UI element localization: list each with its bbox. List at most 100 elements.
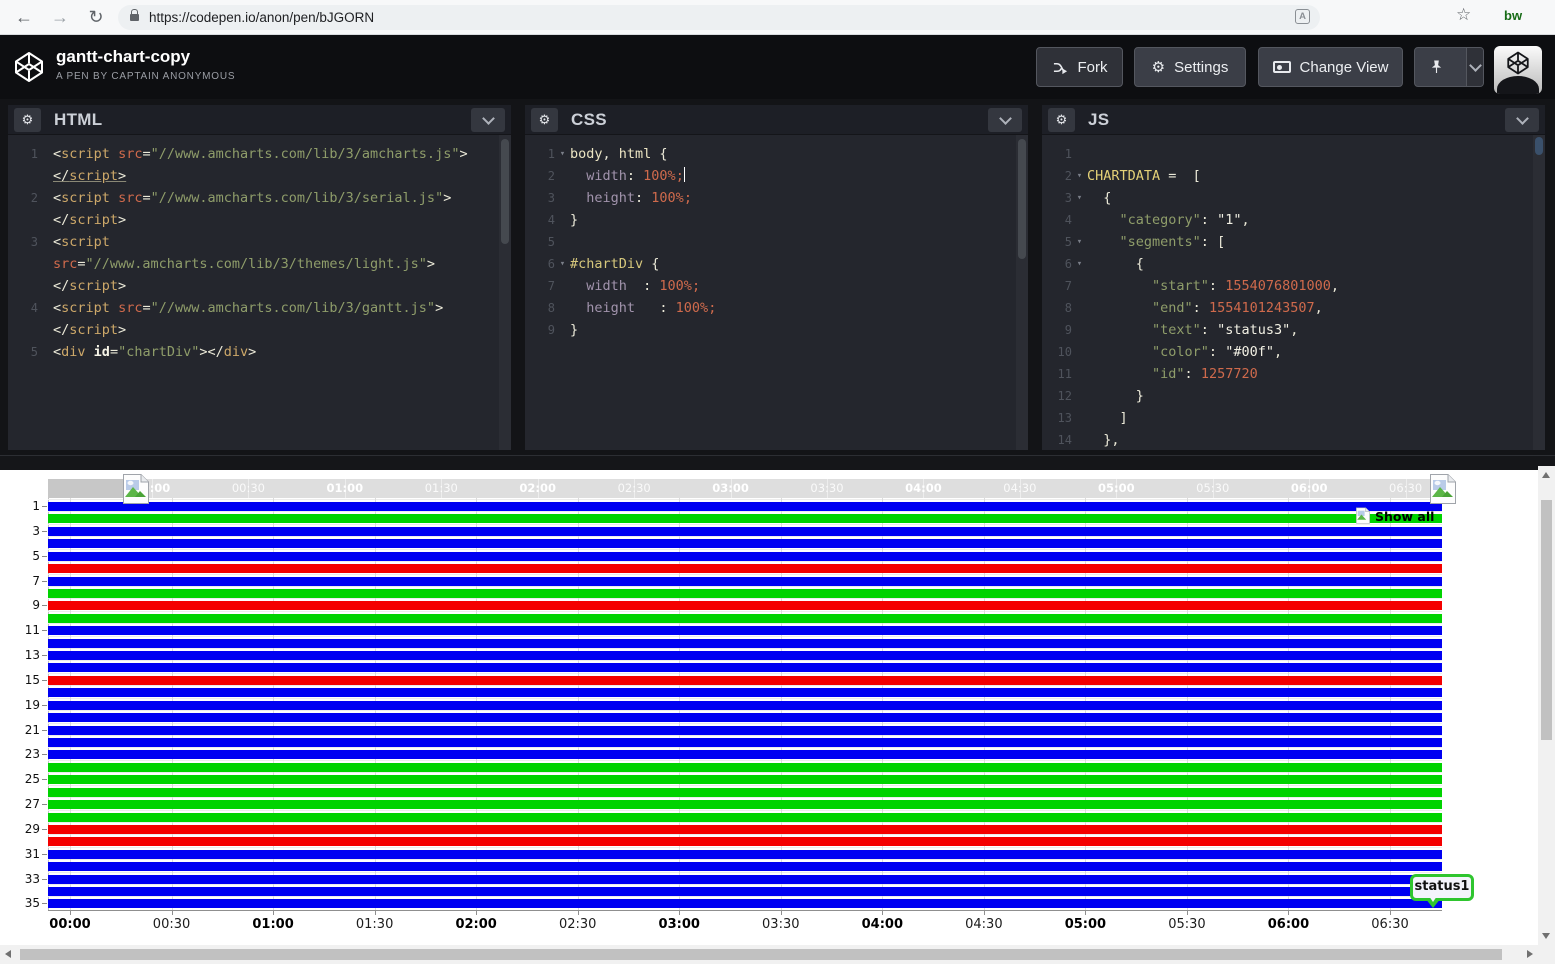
bookmark-star-icon[interactable]: ☆ xyxy=(1456,5,1471,25)
collapse-button[interactable] xyxy=(471,108,505,132)
gantt-bar[interactable] xyxy=(48,788,1442,797)
time-axis-label: 01:30 xyxy=(345,917,405,932)
js-code[interactable]: 12▾CHARTDATA = [3▾ {4 "category": "1",5▾… xyxy=(1042,135,1533,450)
code-line: 11 "id": 1257720 xyxy=(1042,363,1533,385)
gantt-bar[interactable] xyxy=(48,850,1442,859)
code-line: </script> xyxy=(8,165,499,187)
pin-dropdown[interactable] xyxy=(1466,48,1483,86)
scroll-down-icon[interactable] xyxy=(1542,933,1550,939)
vertical-scrollbar-thumb[interactable] xyxy=(1541,500,1552,740)
editor-area: ⚙ HTML 1<script src="//www.amcharts.com/… xyxy=(0,99,1555,455)
gantt-bar[interactable] xyxy=(48,527,1442,536)
row-separator xyxy=(48,834,1442,835)
gantt-bar[interactable] xyxy=(48,825,1442,834)
html-code[interactable]: 1<script src="//www.amcharts.com/lib/3/a… xyxy=(8,135,499,450)
editor-preview-divider[interactable] xyxy=(0,455,1555,470)
gantt-bar[interactable] xyxy=(48,626,1442,635)
category-axis-label: 33 xyxy=(8,873,40,885)
gantt-bar[interactable] xyxy=(48,738,1442,747)
fold-caret-icon[interactable]: ▾ xyxy=(1072,253,1087,275)
gantt-bar[interactable] xyxy=(48,800,1442,809)
collapse-button[interactable] xyxy=(988,108,1022,132)
collapse-button[interactable] xyxy=(1505,108,1539,132)
broken-image-icon[interactable] xyxy=(121,473,151,505)
translate-icon[interactable]: A xyxy=(1295,9,1310,24)
js-editor-scrollbar[interactable] xyxy=(1533,135,1545,450)
forward-icon[interactable]: → xyxy=(46,3,74,31)
gantt-bar[interactable] xyxy=(48,750,1442,759)
gantt-bar[interactable] xyxy=(48,688,1442,697)
address-bar[interactable]: https://codepen.io/anon/pen/bJGORN A xyxy=(118,5,1320,30)
gantt-bar[interactable] xyxy=(48,837,1442,846)
gantt-bar[interactable] xyxy=(48,726,1442,735)
gantt-bar[interactable] xyxy=(48,577,1442,586)
gantt-bar[interactable] xyxy=(48,552,1442,561)
css-editor-scrollbar[interactable] xyxy=(1016,135,1028,450)
gantt-bar[interactable] xyxy=(48,614,1442,623)
category-tick xyxy=(42,556,47,557)
gantt-bar[interactable] xyxy=(48,589,1442,598)
category-axis-label: 9 xyxy=(8,599,40,611)
time-axis-label: 00:00 xyxy=(40,917,100,932)
broken-image-icon[interactable] xyxy=(1428,473,1458,505)
fold-caret-icon[interactable]: ▾ xyxy=(555,253,570,275)
gantt-bar[interactable] xyxy=(48,639,1442,648)
category-tick xyxy=(42,705,47,706)
gear-icon[interactable]: ⚙ xyxy=(531,108,558,132)
fold-caret-icon[interactable]: ▾ xyxy=(1072,187,1087,209)
back-icon[interactable]: ← xyxy=(10,3,38,31)
url-text[interactable]: https://codepen.io/anon/pen/bJGORN xyxy=(149,10,374,25)
category-axis-label: 15 xyxy=(8,674,40,686)
scrollbar-axis-label: 06:30 xyxy=(1376,479,1436,498)
gantt-bar[interactable] xyxy=(48,713,1442,722)
pin-split-button[interactable] xyxy=(1414,47,1484,87)
settings-button[interactable]: ⚙ Settings xyxy=(1134,47,1246,87)
vertical-scrollbar[interactable] xyxy=(1538,466,1555,945)
gantt-bar[interactable] xyxy=(48,899,1442,908)
gantt-bar[interactable] xyxy=(48,601,1442,610)
gantt-bar[interactable] xyxy=(48,813,1442,822)
gantt-bar[interactable] xyxy=(48,763,1442,772)
gantt-bar[interactable] xyxy=(48,663,1442,672)
js-panel-header: ⚙ JS xyxy=(1042,105,1545,135)
fold-caret-icon[interactable]: ▾ xyxy=(1072,231,1087,253)
avatar[interactable] xyxy=(1494,46,1542,94)
time-axis-label: 04:00 xyxy=(852,917,912,932)
change-view-button[interactable]: Change View xyxy=(1258,47,1403,87)
gantt-bar[interactable] xyxy=(48,514,1442,523)
gantt-bar[interactable] xyxy=(48,651,1442,660)
gantt-bar[interactable] xyxy=(48,539,1442,548)
css-panel-header: ⚙ CSS xyxy=(525,105,1028,135)
scrollbar-axis-label: 02:30 xyxy=(604,479,664,498)
time-tick xyxy=(172,910,173,915)
extension-badge[interactable]: bw xyxy=(1504,8,1522,23)
gantt-bar[interactable] xyxy=(48,564,1442,573)
reload-icon[interactable]: ↻ xyxy=(82,3,110,31)
html-editor-scrollbar[interactable] xyxy=(499,135,511,450)
gear-icon[interactable]: ⚙ xyxy=(1048,108,1075,132)
scroll-left-icon[interactable] xyxy=(5,950,11,958)
css-code[interactable]: 1▾body, html {2 width: 100%;3 height: 10… xyxy=(525,135,1016,450)
chart-scrollbar-track[interactable] xyxy=(48,479,128,498)
gantt-bar[interactable] xyxy=(48,701,1442,710)
fold-caret-icon[interactable]: ▾ xyxy=(1072,165,1087,187)
pin-icon[interactable] xyxy=(1415,48,1457,86)
gantt-bar[interactable] xyxy=(48,862,1442,871)
gantt-bar[interactable] xyxy=(48,875,1442,884)
broken-image-icon[interactable] xyxy=(1355,507,1371,524)
fork-button[interactable]: Fork xyxy=(1036,47,1123,87)
gantt-bar[interactable] xyxy=(48,887,1442,896)
time-tick xyxy=(273,910,274,915)
gantt-bar[interactable] xyxy=(48,502,1442,511)
codepen-logo-icon[interactable] xyxy=(12,50,46,89)
horizontal-scrollbar-thumb[interactable] xyxy=(20,949,1502,960)
fold-caret-icon[interactable]: ▾ xyxy=(555,143,570,165)
time-tick xyxy=(679,910,680,915)
gear-icon[interactable]: ⚙ xyxy=(14,108,41,132)
show-all-link[interactable]: Show all xyxy=(1375,509,1434,524)
scroll-right-icon[interactable] xyxy=(1527,950,1533,958)
scroll-up-icon[interactable] xyxy=(1542,472,1550,478)
gantt-bar[interactable] xyxy=(48,676,1442,685)
gantt-bar[interactable] xyxy=(48,775,1442,784)
horizontal-scrollbar[interactable] xyxy=(0,945,1538,964)
